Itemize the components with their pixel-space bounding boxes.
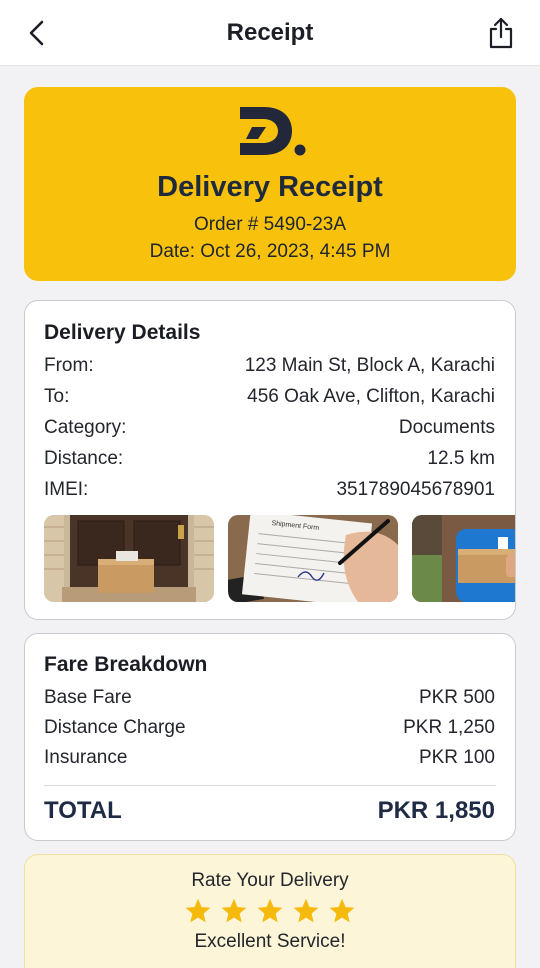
fare-value: PKR 500	[418, 687, 495, 708]
share-button[interactable]	[484, 14, 518, 52]
detail-label: Distance:	[44, 448, 124, 469]
star-icon[interactable]	[184, 897, 212, 925]
package-at-door-photo[interactable]	[44, 515, 214, 602]
detail-label: Category:	[44, 417, 127, 438]
fare-row-base: Base Fare PKR 500	[44, 687, 495, 709]
receipt-header-card: Delivery Receipt Order # 5490-23A Date: …	[24, 87, 516, 281]
chevron-left-icon	[29, 20, 44, 46]
star-icon[interactable]	[292, 897, 320, 925]
detail-label: To:	[44, 386, 70, 407]
fare-row-distance: Distance Charge PKR 1,250	[44, 717, 495, 739]
rating-card: Rate Your Delivery Excellent Service!	[24, 854, 516, 968]
detail-value: 123 Main St, Block A, Karachi	[244, 355, 495, 376]
fare-label: Insurance	[44, 747, 128, 768]
brand-logo	[240, 107, 306, 156]
fare-breakdown-card: Fare Breakdown Base Fare PKR 500 Distanc…	[24, 633, 516, 841]
fare-divider	[44, 785, 496, 786]
delivery-details-card: Delivery Details From: 123 Main St, Bloc…	[24, 300, 516, 620]
total-label: TOTAL	[44, 797, 122, 824]
receipt-title: Delivery Receipt	[157, 171, 383, 203]
detail-row-to: To: 456 Oak Ave, Clifton, Karachi	[44, 386, 495, 408]
detail-label: IMEI:	[44, 479, 89, 500]
delivery-photos-carousel[interactable]: Shipment Form	[44, 515, 515, 602]
detail-value: 12.5 km	[427, 448, 495, 469]
star-icon[interactable]	[220, 897, 248, 925]
courier-handing-package-photo[interactable]	[412, 515, 515, 602]
detail-row-distance: Distance: 12.5 km	[44, 448, 495, 470]
star-icon[interactable]	[328, 897, 356, 925]
detail-value: 456 Oak Ave, Clifton, Karachi	[247, 386, 495, 407]
rating-title: Rate Your Delivery	[191, 870, 349, 891]
fare-breakdown-title: Fare Breakdown	[44, 653, 208, 676]
back-button[interactable]	[20, 16, 54, 50]
total-value: PKR 1,850	[377, 797, 495, 824]
detail-row-from: From: 123 Main St, Block A, Karachi	[44, 355, 495, 377]
fare-row-insurance: Insurance PKR 100	[44, 747, 495, 769]
detail-row-category: Category: Documents	[44, 417, 495, 439]
fare-value: PKR 100	[418, 747, 495, 768]
order-date: Date: Oct 26, 2023, 4:45 PM	[149, 241, 391, 262]
detail-label: From:	[44, 355, 94, 376]
fare-value: PKR 1,250	[403, 717, 495, 738]
detail-value: Documents	[398, 417, 495, 438]
star-icon[interactable]	[256, 897, 284, 925]
signing-form-photo[interactable]: Shipment Form	[228, 515, 398, 602]
delivery-details-title: Delivery Details	[44, 321, 201, 344]
detail-value: 351789045678901	[336, 479, 495, 500]
order-number: Order # 5490-23A	[193, 214, 347, 235]
detail-row-imei: IMEI: 351789045678901	[44, 479, 495, 501]
top-app-bar: Receipt	[0, 0, 540, 66]
fare-total-row: TOTAL PKR 1,850	[44, 797, 495, 825]
share-icon	[489, 17, 513, 49]
fare-label: Base Fare	[44, 687, 132, 708]
rating-caption: Excellent Service!	[194, 931, 346, 952]
fare-label: Distance Charge	[44, 717, 186, 738]
page-title: Receipt	[226, 18, 314, 46]
star-rating[interactable]	[25, 897, 515, 925]
